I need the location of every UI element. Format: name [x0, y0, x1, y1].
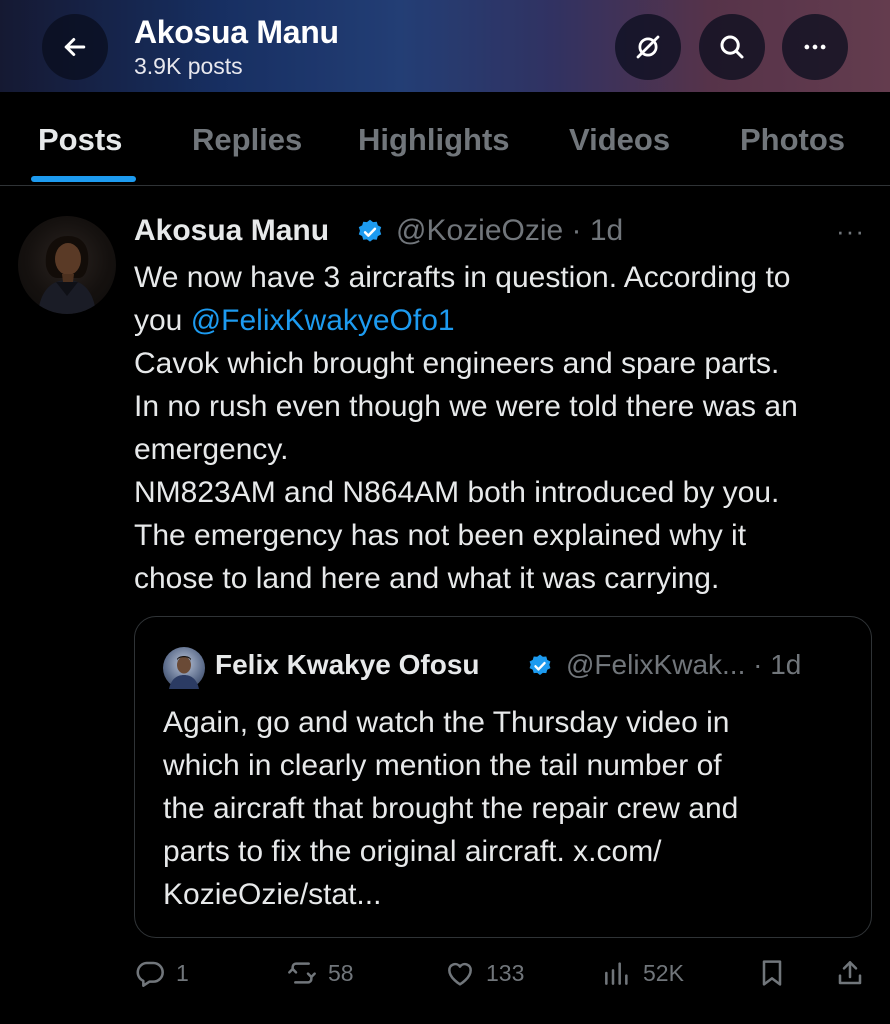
share-icon — [838, 961, 862, 985]
profile-name: Akosua Manu — [134, 14, 339, 50]
reply-icon — [136, 961, 164, 987]
bookmark-icon — [762, 960, 782, 986]
profile-tabs: Posts Replies Highlights Videos Photos — [0, 92, 890, 186]
avatar-image — [38, 236, 96, 314]
quoted-avatar-image — [169, 656, 199, 689]
views-button[interactable]: 52K — [601, 956, 684, 990]
more-horizontal-icon — [804, 44, 826, 50]
tweet-line: In no rush even though we were told ther… — [134, 390, 798, 423]
tweet-line: chose to land here and what it was carry… — [134, 562, 720, 595]
tweet-line: you @FelixKwakyeOfo1 — [134, 299, 876, 342]
more-button[interactable] — [782, 14, 848, 80]
verified-badge-icon — [529, 654, 551, 675]
tab-photos[interactable]: Photos — [740, 122, 845, 158]
arrow-left-icon — [64, 38, 86, 56]
tweet-line: Cavok which brought engineers and spare … — [134, 347, 780, 380]
repost-icon — [288, 962, 316, 984]
profile-header: Akosua Manu 3.9K posts — [0, 0, 890, 92]
quoted-line: the aircraft that brought the repair cre… — [163, 792, 739, 825]
author-name[interactable]: Akosua Manu — [134, 214, 329, 248]
quoted-line: Again, go and watch the Thursday video i… — [163, 706, 730, 739]
back-button[interactable] — [42, 14, 108, 80]
active-tab-indicator — [31, 176, 136, 182]
tweet-text: We now have 3 aircrafts in question. Acc… — [134, 256, 876, 600]
quoted-line: KozieOzie/stat... — [163, 878, 382, 911]
share-button[interactable] — [834, 956, 866, 990]
tweet-line-prefix: you — [134, 304, 191, 337]
quoted-author-name: Felix Kwakye Ofosu — [215, 649, 480, 680]
quoted-text: Again, go and watch the Thursday video i… — [163, 701, 853, 916]
tweet-more-icon[interactable]: ··· — [836, 216, 865, 247]
author-handle-time[interactable]: @KozieOzie · 1d — [396, 214, 623, 248]
quoted-avatar — [163, 647, 205, 689]
avatar[interactable] — [18, 216, 116, 314]
tab-videos[interactable]: Videos — [569, 122, 670, 158]
search-button[interactable] — [699, 14, 765, 80]
like-button[interactable]: 133 — [444, 956, 524, 990]
tab-posts[interactable]: Posts — [38, 122, 122, 158]
tweet-line: NM823AM and N864AM both introduced by yo… — [134, 476, 780, 509]
quoted-tweet[interactable]: Felix Kwakye Ofosu @FelixKwak... · 1d Ag… — [134, 616, 872, 938]
grok-icon — [636, 35, 660, 59]
verified-badge-icon — [358, 219, 382, 242]
repost-button[interactable]: 58 — [286, 956, 354, 990]
views-count: 52K — [643, 959, 684, 986]
like-count: 133 — [486, 959, 525, 986]
repost-count: 58 — [328, 959, 354, 986]
tab-replies[interactable]: Replies — [192, 122, 302, 158]
mention-link[interactable]: @FelixKwakyeOfo1 — [191, 304, 455, 337]
quoted-handle-time: @FelixKwak... · 1d — [566, 649, 802, 680]
search-icon — [720, 35, 744, 59]
reply-button[interactable]: 1 — [134, 956, 189, 990]
tab-highlights[interactable]: Highlights — [358, 122, 510, 158]
quoted-line: parts to fix the original aircraft. x.co… — [163, 835, 662, 868]
views-icon — [605, 962, 628, 985]
grok-button[interactable] — [615, 14, 681, 80]
tweet-line: We now have 3 aircrafts in question. Acc… — [134, 261, 791, 294]
tweet-line: The emergency has not been explained why… — [134, 519, 747, 552]
reply-count: 1 — [176, 959, 189, 986]
heart-icon — [448, 962, 472, 986]
tweet-line: emergency. — [134, 433, 289, 466]
post-count: 3.9K posts — [134, 53, 243, 79]
quoted-line: which in clearly mention the tail number… — [163, 749, 722, 782]
bookmark-button[interactable] — [756, 956, 788, 990]
